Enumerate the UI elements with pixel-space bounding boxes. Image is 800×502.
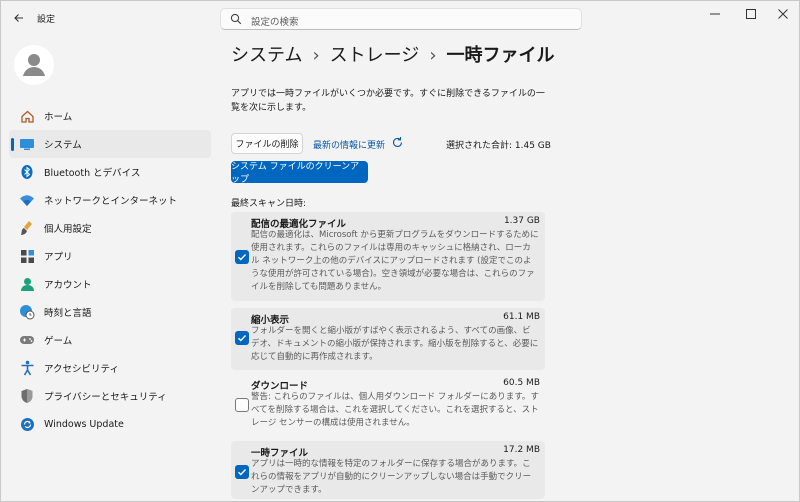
back-arrow-icon [14, 14, 23, 22]
item-title: 配信の最適化ファイル [251, 219, 347, 230]
item-size: 60.5 MB [503, 378, 540, 388]
sidebar-item-label: 時刻と言語 [44, 308, 92, 319]
breadcrumb-system[interactable]: システム [231, 45, 302, 66]
sidebar-item-accounts[interactable]: アカウント [9, 270, 211, 298]
list-item[interactable]: 配信の最適化ファイル 1.37 GB 配信の最適化は、Microsoft から更… [231, 212, 545, 301]
sidebar-item-network[interactable]: ネットワークとインターネット [9, 186, 211, 214]
sidebar-nav: ホーム システム Bluetooth とデバイス ネットワークとインターネット [9, 102, 211, 438]
item-description: アプリは一時的な情報を特定のフォルダーに保存する場合があります。これらの情報をア… [251, 459, 532, 495]
selection-indicator [11, 138, 14, 151]
sidebar-item-privacy[interactable]: プライバシーとセキュリティ [9, 382, 211, 410]
sidebar-item-label: Windows Update [44, 418, 124, 430]
bluetooth-icon [19, 164, 35, 180]
maximize-icon [746, 9, 756, 19]
minimize-icon [710, 13, 720, 15]
item-size: 1.37 GB [503, 216, 540, 226]
close-icon [778, 9, 788, 19]
checkbox-delivery-optimization[interactable] [235, 250, 249, 264]
app-title: 設定 [37, 15, 56, 25]
avatar[interactable] [14, 45, 54, 85]
sidebar-item-label: Bluetooth とデバイス [44, 168, 141, 179]
account-icon [19, 276, 35, 292]
checkmark-icon [238, 254, 247, 261]
sidebar-item-label: 個人用設定 [44, 224, 92, 235]
breadcrumb: システム › ストレージ › 一時ファイル [231, 41, 555, 67]
search-box[interactable]: 設定の検索 [220, 8, 582, 30]
sidebar-item-label: ネットワークとインターネット [44, 196, 178, 207]
maximize-button[interactable] [734, 3, 768, 25]
checkbox-thumbnails[interactable] [235, 331, 249, 345]
sidebar-item-label: システム [44, 140, 82, 151]
checkbox-downloads[interactable] [235, 398, 249, 412]
back-button[interactable] [9, 9, 29, 27]
settings-window: 設定 設定の検索 ホーム システム Bluetooth とデバイス ネットワーク… [0, 0, 800, 502]
breadcrumb-separator-icon: › [429, 45, 437, 66]
checkmark-icon [238, 335, 247, 342]
sidebar-item-bluetooth[interactable]: Bluetooth とデバイス [9, 158, 211, 186]
sidebar-item-system[interactable]: システム [9, 130, 211, 158]
sidebar-item-home[interactable]: ホーム [9, 102, 211, 130]
sidebar-item-label: アカウント [44, 280, 92, 291]
delete-files-button[interactable]: ファイルの削除 [231, 133, 303, 154]
item-description: 配信の最適化は、Microsoft から更新プログラムをダウンロードするために使… [251, 230, 539, 292]
system-icon [19, 136, 35, 152]
sidebar-item-label: ゲーム [44, 336, 73, 347]
search-icon [230, 13, 242, 25]
breadcrumb-storage[interactable]: ストレージ [330, 45, 420, 66]
brush-icon [19, 220, 35, 236]
list-item[interactable]: 一時ファイル 17.2 MB アプリは一時的な情報を特定のフォルダーに保存する場… [231, 441, 545, 499]
wifi-icon [19, 192, 35, 208]
close-button[interactable] [766, 3, 800, 25]
page-title: 一時ファイル [446, 45, 555, 66]
sidebar-item-windows-update[interactable]: Windows Update [9, 410, 211, 438]
sidebar-item-accessibility[interactable]: アクセシビリティ [9, 354, 211, 382]
minimize-button[interactable] [698, 3, 732, 25]
user-avatar-icon [14, 45, 54, 85]
cleanup-system-files-button[interactable]: システム ファイルのクリーンアップ [231, 161, 368, 185]
sidebar-item-label: ホーム [44, 112, 73, 123]
item-description: フォルダーを開くと縮小版がすばやく表示されるよう、すべての画像、ビデオ、ドキュメ… [251, 326, 539, 362]
selected-total: 選択された合計: 1.45 GB [446, 141, 551, 151]
title-bar: 設定 設定の検索 [1, 1, 799, 35]
item-title: 一時ファイル [251, 448, 309, 459]
page-description: アプリでは一時ファイルがいくつか必要です。すぐに削除できるファイルの一覧を次に示… [231, 89, 545, 113]
checkbox-temporary-files[interactable] [235, 465, 249, 479]
apps-icon [19, 248, 35, 264]
search-placeholder: 設定の検索 [251, 17, 299, 28]
sidebar-item-label: アクセシビリティ [44, 364, 119, 375]
refresh-link[interactable]: 最新の情報に更新 [313, 138, 385, 151]
item-size: 17.2 MB [503, 445, 540, 455]
sidebar-item-time-language[interactable]: 時刻と言語 [9, 298, 211, 326]
globe-clock-icon [19, 304, 35, 320]
item-title: ダウンロード [251, 381, 309, 392]
sidebar-item-personalization[interactable]: 個人用設定 [9, 214, 211, 242]
shield-icon [19, 388, 35, 404]
sidebar-item-gaming[interactable]: ゲーム [9, 326, 211, 354]
accessibility-icon [19, 360, 35, 376]
refresh-icon[interactable] [391, 136, 404, 149]
sidebar-item-apps[interactable]: アプリ [9, 242, 211, 270]
item-description: 警告: これらのファイルは、個人用ダウンロード フォルダーにあります。すべてを削… [251, 392, 539, 428]
home-icon [19, 108, 35, 124]
gamepad-icon [19, 332, 35, 348]
sidebar-item-label: プライバシーとセキュリティ [44, 392, 167, 403]
item-size: 61.1 MB [503, 312, 540, 322]
update-icon [19, 416, 35, 432]
breadcrumb-separator-icon: › [312, 45, 320, 66]
sidebar-item-label: アプリ [44, 252, 73, 263]
checkmark-icon [238, 469, 247, 476]
item-title: 縮小表示 [251, 315, 290, 326]
list-item[interactable]: ダウンロード 60.5 MB 警告: これらのファイルは、個人用ダウンロード フ… [231, 374, 545, 436]
last-scan-label: 最終スキャン日時: [231, 199, 307, 209]
list-item[interactable]: 縮小表示 61.1 MB フォルダーを開くと縮小版がすばやく表示されるよう、すべ… [231, 308, 545, 370]
